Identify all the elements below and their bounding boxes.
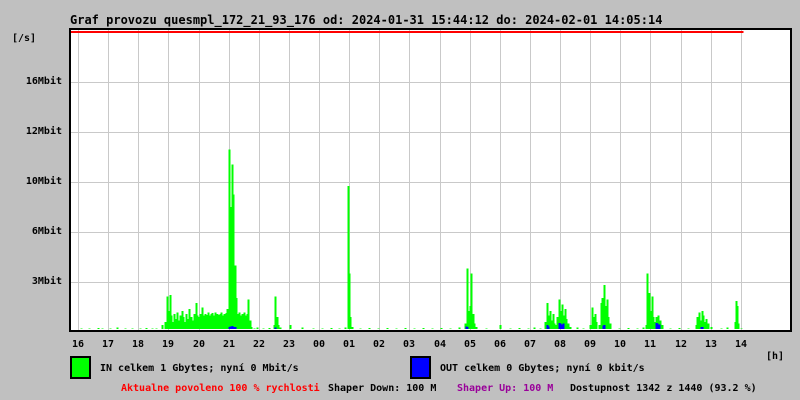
status-shaper-down: Shaper Down: 100 M: [328, 383, 437, 394]
status-availability: Dostupnost 1342 z 1440 (93.2 %): [570, 383, 757, 394]
x-tick-label: 14: [734, 339, 748, 350]
x-tick-label: 09: [583, 339, 597, 350]
x-tick-label: 00: [312, 339, 326, 350]
traffic-graph-page: Graf provozu quesmpl_172_21_93_176 od: 2…: [0, 0, 800, 400]
x-tick-label: 18: [131, 339, 145, 350]
x-tick-label: 13: [704, 339, 718, 350]
x-tick-label: 03: [402, 339, 416, 350]
x-tick-label: 06: [493, 339, 507, 350]
legend-out-swatch: [410, 356, 431, 379]
legend-in-swatch: [70, 356, 91, 379]
x-tick-label: 08: [553, 339, 567, 350]
x-tick-label: 01: [342, 339, 356, 350]
x-tick-label: 02: [372, 339, 386, 350]
y-tick-label: 6Mbit: [31, 226, 62, 237]
legend-in-label: IN celkem 1 Gbytes; nyní 0 Mbit/s: [100, 363, 299, 374]
traffic-chart: [69, 28, 792, 332]
x-tick-label: 22: [252, 339, 266, 350]
x-tick-label: 05: [463, 339, 477, 350]
y-tick-label: 16Mbit: [25, 76, 62, 87]
x-axis-unit-label: [h]: [766, 351, 785, 362]
x-tick-label: 16: [71, 339, 85, 350]
x-tick-label: 23: [282, 339, 296, 350]
x-tick-label: 20: [192, 339, 206, 350]
y-tick-label: 12Mbit: [25, 126, 62, 137]
y-tick-label: 10Mbit: [25, 176, 62, 187]
x-tick-label: 17: [101, 339, 115, 350]
status-shaper-up: Shaper Up: 100 M: [457, 383, 554, 394]
x-tick-label: 21: [222, 339, 236, 350]
y-tick-label: 3Mbit: [31, 276, 62, 287]
legend-out-label: OUT celkem 0 Gbytes; nyní 0 kbit/s: [440, 363, 645, 374]
x-tick-label: 19: [161, 339, 175, 350]
plot-area: [71, 30, 790, 330]
x-tick-label: 04: [433, 339, 447, 350]
x-tick-label: 11: [643, 339, 657, 350]
y-axis-unit-label: [/s]: [12, 33, 37, 44]
x-tick-label: 07: [523, 339, 537, 350]
x-tick-label: 10: [613, 339, 627, 350]
x-tick-label: 12: [674, 339, 688, 350]
status-allowed-speed: Aktualne povoleno 100 % rychlosti: [121, 383, 320, 394]
